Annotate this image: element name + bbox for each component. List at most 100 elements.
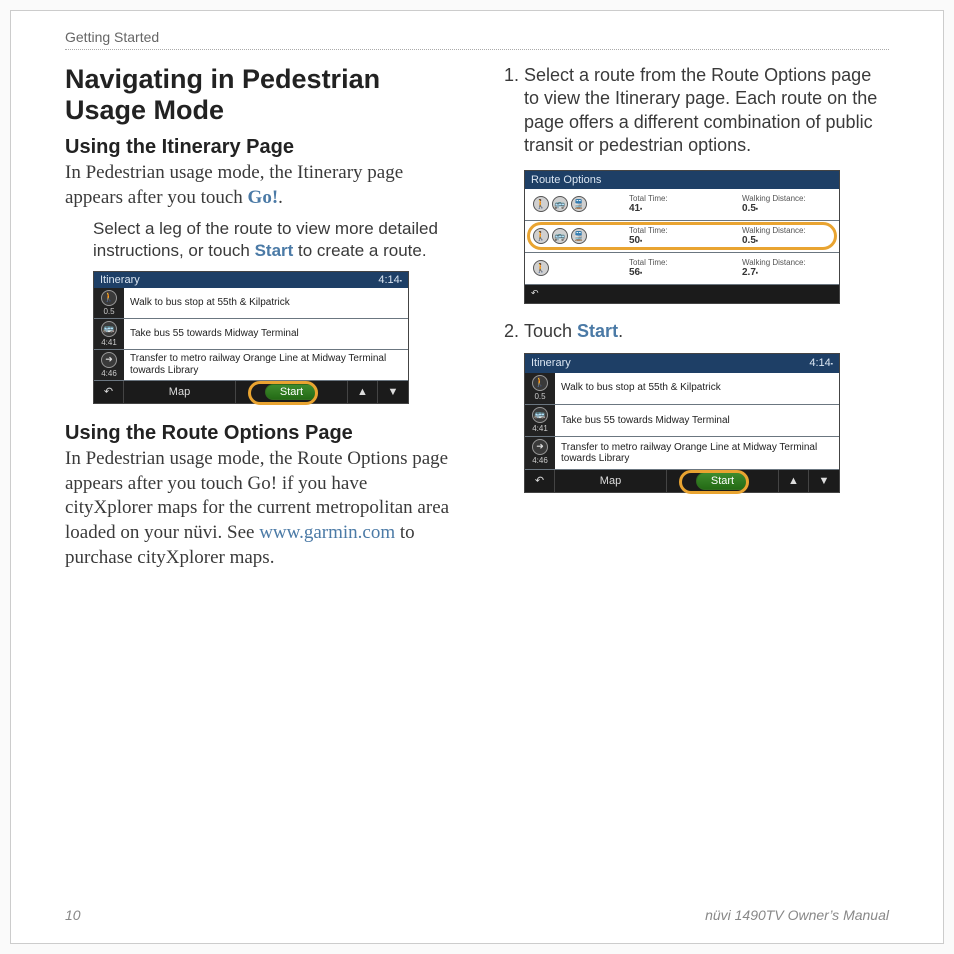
route-option-row[interactable]: 🚶 🚌 🚆 Total Time: 50⬝ Walking Distance: …	[525, 221, 839, 253]
leg-icon-col: ➜ 4:46	[94, 350, 124, 380]
leg-icon-col: ➜ 4:46	[525, 437, 555, 468]
text: Touch	[524, 321, 577, 341]
start-button[interactable]: Start	[265, 384, 318, 400]
divider	[65, 49, 889, 50]
left-column: Navigating in Pedestrian Usage Mode Usin…	[65, 64, 458, 578]
total-time: Total Time: 41⬝	[629, 194, 718, 216]
leg-icon-col: 🚶 0.5	[525, 373, 555, 404]
start-button-wrap[interactable]: Start	[667, 470, 779, 492]
leg-icon-col: 🚌 4:41	[94, 319, 124, 349]
train-icon: 🚆	[571, 228, 587, 244]
walk-icon: 🚶	[533, 260, 549, 276]
back-button[interactable]: ↶	[94, 381, 124, 403]
footer: 10 nüvi 1490TV Owner’s Manual	[65, 907, 889, 923]
route-icons: 🚶 🚌 🚆	[533, 196, 605, 212]
leg-sub: 4:41	[532, 424, 548, 434]
start-button[interactable]: Start	[696, 472, 749, 490]
itinerary-screenshot-1: Itinerary 4:14⬝ 🚶 0.5 Walk to bus stop a…	[93, 271, 409, 404]
value: 50⬝	[629, 235, 718, 247]
text: to create a route.	[293, 241, 426, 260]
para-itinerary-intro: In Pedestrian usage mode, the Itinerary …	[65, 161, 458, 210]
walk-icon: 🚶	[533, 228, 549, 244]
itinerary-titlebar: Itinerary 4:14⬝	[94, 272, 408, 288]
page-title: Navigating in Pedestrian Usage Mode	[65, 64, 458, 126]
transfer-icon: ➜	[532, 439, 548, 455]
walk-icon: 🚶	[533, 196, 549, 212]
label: Total Time:	[629, 226, 718, 236]
leg-sub: 4:41	[101, 338, 117, 347]
route-titlebar: Route Options	[525, 171, 839, 189]
back-button[interactable]: ↶	[525, 470, 555, 492]
garmin-link[interactable]: www.garmin.com	[259, 522, 395, 543]
page-frame: Getting Started Navigating in Pedestrian…	[10, 10, 944, 944]
leg-sub: 4:46	[532, 456, 548, 466]
train-icon: 🚆	[571, 196, 587, 212]
leg-icon-col: 🚶 0.5	[94, 288, 124, 318]
go-label: Go!	[248, 187, 279, 208]
walk-icon: 🚶	[532, 375, 548, 391]
text: .	[278, 187, 283, 208]
subhead-route-options: Using the Route Options Page	[65, 422, 458, 445]
bus-icon: 🚌	[552, 196, 568, 212]
start-label: Start	[255, 241, 294, 260]
leg-text: Take bus 55 towards Midway Terminal	[124, 325, 408, 343]
clock: 4:14⬝	[378, 274, 402, 286]
itinerary-titlebar: Itinerary 4:14⬝	[525, 354, 839, 372]
value: 0.5⬝	[742, 235, 831, 247]
label: Walking Distance:	[742, 258, 831, 268]
map-button[interactable]: Map	[555, 470, 667, 492]
route-option-row[interactable]: 🚶 Total Time: 56⬝ Walking Distance: 2.7⬝	[525, 253, 839, 285]
value: 56⬝	[629, 267, 718, 279]
itinerary-bottombar: ↶ Map Start ▲ ▼	[525, 470, 839, 492]
route-bottombar: ↶	[525, 285, 839, 303]
itinerary-leg[interactable]: ➜ 4:46 Transfer to metro railway Orange …	[525, 437, 839, 469]
start-label: Start	[577, 321, 618, 341]
leg-text: Walk to bus stop at 55th & Kilpatrick	[124, 294, 408, 312]
walking-distance: Walking Distance: 2.7⬝	[742, 258, 831, 280]
itinerary-leg[interactable]: 🚌 4:41 Take bus 55 towards Midway Termin…	[94, 319, 408, 350]
page-number: 10	[65, 907, 81, 923]
up-button[interactable]: ▲	[779, 470, 809, 492]
itinerary-leg[interactable]: 🚶 0.5 Walk to bus stop at 55th & Kilpatr…	[94, 288, 408, 319]
bus-icon: 🚌	[532, 407, 548, 423]
leg-icon-col: 🚌 4:41	[525, 405, 555, 436]
value: 41⬝	[629, 203, 718, 215]
manual-title: nüvi 1490TV Owner’s Manual	[705, 907, 889, 923]
itinerary-leg[interactable]: 🚌 4:41 Take bus 55 towards Midway Termin…	[525, 405, 839, 437]
itinerary-bottombar: ↶ Map Start ▲ ▼	[94, 381, 408, 403]
leg-text: Walk to bus stop at 55th & Kilpatrick	[555, 379, 839, 397]
route-icons: 🚶 🚌 🚆	[533, 228, 605, 244]
down-button[interactable]: ▼	[809, 470, 839, 492]
itinerary-leg[interactable]: 🚶 0.5 Walk to bus stop at 55th & Kilpatr…	[525, 373, 839, 405]
back-button[interactable]: ↶	[531, 288, 539, 300]
itinerary-title: Itinerary	[100, 274, 140, 286]
total-time: Total Time: 56⬝	[629, 258, 718, 280]
map-button[interactable]: Map	[124, 381, 236, 403]
leg-text: Transfer to metro railway Orange Line at…	[124, 350, 408, 379]
indent-leg-instruction: Select a leg of the route to view more d…	[93, 218, 448, 261]
start-button-wrap[interactable]: Start	[236, 381, 348, 403]
label: Walking Distance:	[742, 226, 831, 236]
bus-icon: 🚌	[552, 228, 568, 244]
leg-text: Transfer to metro railway Orange Line at…	[555, 439, 839, 468]
subhead-itinerary: Using the Itinerary Page	[65, 136, 458, 159]
walk-icon: 🚶	[101, 290, 117, 306]
transfer-icon: ➜	[101, 352, 117, 368]
total-time: Total Time: 50⬝	[629, 226, 718, 248]
route-option-row[interactable]: 🚶 🚌 🚆 Total Time: 41⬝ Walking Distance: …	[525, 189, 839, 221]
value: 0.5⬝	[742, 203, 831, 215]
steps-list: Select a route from the Route Options pa…	[496, 64, 889, 493]
route-icons: 🚶	[533, 260, 605, 276]
itinerary-leg[interactable]: ➜ 4:46 Transfer to metro railway Orange …	[94, 350, 408, 381]
up-button[interactable]: ▲	[348, 381, 378, 403]
text: .	[618, 321, 623, 341]
label: Walking Distance:	[742, 194, 831, 204]
itinerary-screenshot-2: Itinerary 4:14⬝ 🚶 0.5 Walk to bus stop a…	[524, 353, 840, 492]
leg-sub: 0.5	[103, 307, 114, 316]
down-button[interactable]: ▼	[378, 381, 408, 403]
text: In Pedestrian usage mode, the Itinerary …	[65, 162, 403, 208]
para-route-options: In Pedestrian usage mode, the Route Opti…	[65, 447, 458, 570]
leg-sub: 4:46	[101, 369, 117, 378]
step-1: Select a route from the Route Options pa…	[524, 64, 889, 304]
right-column: Select a route from the Route Options pa…	[496, 64, 889, 578]
